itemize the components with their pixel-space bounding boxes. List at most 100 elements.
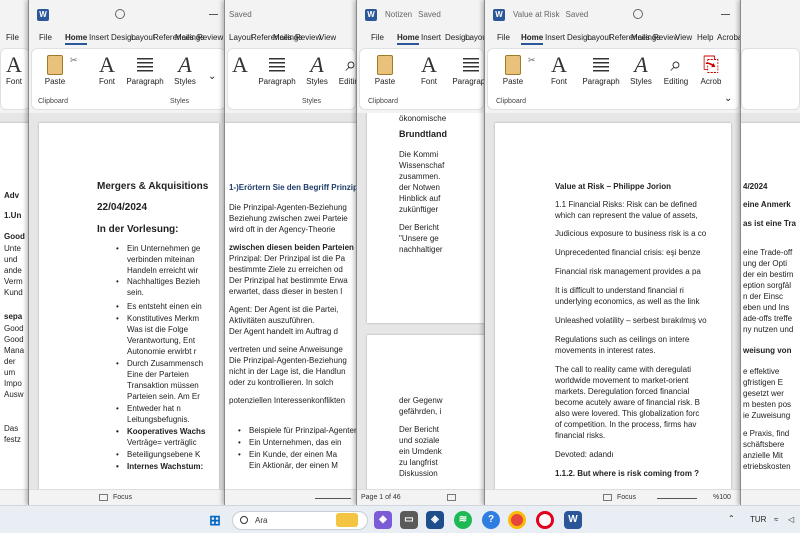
tab-home[interactable]: Home <box>521 33 544 45</box>
tab-home[interactable]: Home <box>65 33 88 45</box>
doc-line: vertreten und seine Anweisunge <box>229 345 343 354</box>
doc-line: der Gegenw <box>399 396 443 405</box>
editing-group[interactable]: ⌕ Editing <box>660 53 692 86</box>
tab-home[interactable]: Home <box>397 33 420 45</box>
word-window-3[interactable]: Saved Layout References Mailings Review … <box>224 0 358 505</box>
tab-view[interactable]: View <box>675 33 692 42</box>
document-page[interactable]: der Gegenw gefährden, i Der Bericht und … <box>367 335 486 489</box>
chrome-icon[interactable] <box>508 511 526 529</box>
doc-line: der <box>4 357 16 366</box>
speaker-icon[interactable]: ◁ <box>788 515 794 524</box>
zoom-slider[interactable] <box>657 498 697 499</box>
minimize-button[interactable] <box>721 14 730 15</box>
font-group[interactable]: A Font <box>544 53 574 87</box>
word-window-1[interactable]: File A Font Adv 1.Un Good Unte und ande … <box>0 0 30 505</box>
wifi-icon[interactable]: ≈ <box>774 515 778 524</box>
doc-line: Die Prinzipal-Agenten-Beziehung <box>229 356 347 365</box>
doc-line: Kooperatives Wachs <box>116 426 205 437</box>
tab-insert[interactable]: Insert <box>421 33 441 42</box>
styles-group[interactable]: A Styles <box>302 53 332 87</box>
tab-layout[interactable]: Layout <box>229 33 253 42</box>
doc-line: sepa <box>4 312 23 321</box>
styles-group[interactable]: A Styles <box>626 53 656 87</box>
document-page[interactable]: 1-)Erörtern Sie den Begriff Prinzip Die … <box>225 123 358 489</box>
document-page[interactable]: Value at Risk – Philippe Jorion 1.1 Fina… <box>495 123 731 489</box>
word-window-6[interactable]: 4/2024 eine Anmerk as ist eine Tra eine … <box>740 0 800 505</box>
search-icon: ⌕ <box>345 54 357 76</box>
font-group[interactable]: A Font <box>414 53 444 87</box>
document-title: Value at Risk <box>513 10 560 19</box>
clipboard-icon <box>505 55 521 75</box>
help-icon[interactable]: ? <box>482 511 500 529</box>
word-window-2[interactable]: W File Home Insert Design Layout Referen… <box>28 0 228 505</box>
copilot-icon[interactable]: ◆ <box>374 511 392 529</box>
search-highlight-icon[interactable] <box>336 513 358 527</box>
opera-icon[interactable] <box>536 511 554 529</box>
word-window-4[interactable]: W Notizen Saved File Home Insert Design L… <box>356 0 486 505</box>
store-icon[interactable]: ◈ <box>426 511 444 529</box>
doc-line: ade-offs treffe <box>743 314 793 323</box>
ribbon: Paste ✂ A Font Paragraph A Styles Clipbo… <box>31 48 226 110</box>
paragraph-group[interactable]: Paragraph <box>258 53 296 86</box>
tab-layout[interactable]: Layout <box>465 33 486 42</box>
zoom-level[interactable]: %100 <box>713 494 731 501</box>
tab-insert[interactable]: Insert <box>89 33 109 42</box>
font-group[interactable]: A Font <box>3 53 25 87</box>
cut-icon[interactable]: ✂ <box>528 55 536 66</box>
cut-icon[interactable]: ✂ <box>70 55 78 66</box>
tab-insert[interactable]: Insert <box>545 33 565 42</box>
ribbon-expand-icon[interactable]: ⌄ <box>724 93 732 104</box>
paste-button[interactable]: Paste <box>368 53 402 86</box>
spotify-icon[interactable]: ≋ <box>454 511 472 529</box>
tray-chevron-icon[interactable]: ⌃ <box>728 514 735 523</box>
tab-file[interactable]: File <box>6 33 19 42</box>
document-page[interactable]: ökonomische Brundtland Die Kommi Wissens… <box>367 113 486 323</box>
tab-file[interactable]: File <box>497 33 510 42</box>
document-page[interactable]: Adv 1.Un Good Unte und ande Verm Kund se… <box>0 123 30 489</box>
paragraph-group[interactable]: Paragraph <box>126 53 164 86</box>
tab-acrobat[interactable]: Acrobat <box>717 33 742 42</box>
focus-label[interactable]: Focus <box>617 494 636 501</box>
page-count[interactable]: Page 1 of 46 <box>361 494 401 501</box>
tab-layout[interactable]: Layout <box>131 33 155 42</box>
doc-line: Impo <box>4 379 22 388</box>
minimize-button[interactable] <box>209 14 218 15</box>
focus-label[interactable]: Focus <box>113 494 132 501</box>
font-group[interactable]: A Font <box>92 53 122 87</box>
doc-line: e effektive <box>743 367 780 376</box>
document-page[interactable]: Mergers & Akquisitions 22/04/2024 In der… <box>39 123 219 489</box>
tab-layout[interactable]: Layout <box>587 33 611 42</box>
word-window-5[interactable]: W Value at Risk Saved File Home Insert De… <box>484 0 742 505</box>
proofing-icon[interactable] <box>447 494 456 501</box>
zoom-slider[interactable] <box>315 498 351 499</box>
paste-button[interactable]: Paste <box>38 53 72 86</box>
search-icon[interactable] <box>633 9 643 19</box>
saved-status: Saved <box>229 10 252 19</box>
focus-icon[interactable] <box>603 494 612 501</box>
doc-line: bestimmte Ziele zu erreichen od <box>229 265 343 274</box>
focus-icon[interactable] <box>99 494 108 501</box>
styles-group[interactable]: A Styles <box>170 53 200 87</box>
tab-help[interactable]: Help <box>697 33 713 42</box>
paragraph-group[interactable]: Paragraph <box>452 53 486 86</box>
paragraph-group[interactable]: Paragraph <box>582 53 620 86</box>
input-language[interactable]: TUR <box>750 515 766 524</box>
tab-review[interactable]: Review <box>197 33 223 42</box>
ribbon-expand-icon[interactable]: ⌄ <box>208 71 216 82</box>
acrobat-group[interactable]: ⎘ Acrob <box>696 53 726 86</box>
tab-review[interactable]: Review <box>295 33 321 42</box>
font-group[interactable]: A <box>228 53 252 77</box>
tab-file[interactable]: File <box>39 33 52 42</box>
word-taskbar-icon[interactable]: W <box>564 511 582 529</box>
doc-line: Good <box>4 335 24 344</box>
document-page[interactable]: 4/2024 eine Anmerk as ist eine Tra eine … <box>741 123 800 489</box>
editing-group[interactable]: ⌕ Editing <box>336 53 358 86</box>
paste-button[interactable]: Paste <box>496 53 530 86</box>
tab-view[interactable]: View <box>319 33 336 42</box>
task-view-icon[interactable]: ▭ <box>400 511 418 529</box>
doc-line: Der Agent handelt im Auftrag d <box>229 327 338 336</box>
start-button[interactable]: ⊞ <box>206 511 224 529</box>
status-bar <box>225 489 358 505</box>
tab-file[interactable]: File <box>371 33 384 42</box>
search-icon[interactable] <box>115 9 125 19</box>
